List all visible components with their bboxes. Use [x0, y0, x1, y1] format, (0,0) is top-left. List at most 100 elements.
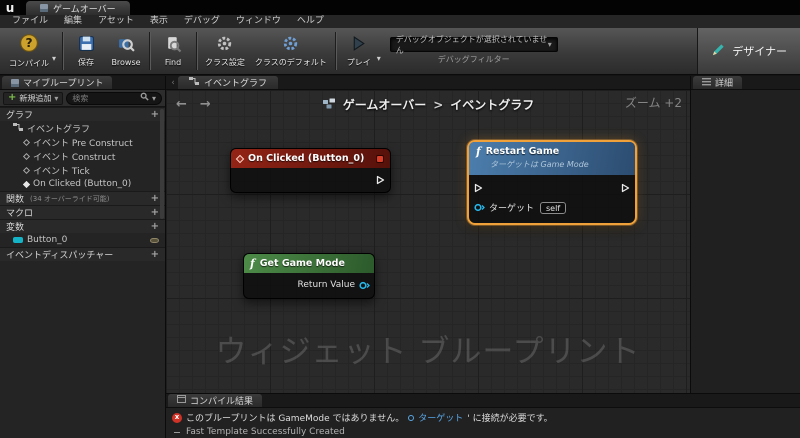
- sidebar-item-event-onclicked[interactable]: On Clicked (Button_0): [0, 177, 165, 191]
- my-blueprint-icon: [11, 78, 19, 87]
- node-get-game-mode[interactable]: f Get Game Mode Return Value: [243, 253, 375, 299]
- node-subtitle: ターゲットは Game Mode: [490, 160, 589, 169]
- menu-item-debug[interactable]: デバッグ: [176, 15, 228, 28]
- unreal-editor-window: u ゲームオーバー ファイル 編集 アセット 表示 デバッグ ウィンドウ ヘルプ…: [0, 0, 800, 438]
- search-input[interactable]: [72, 93, 137, 103]
- sidebar-section-macros[interactable]: マクロ +: [0, 205, 165, 219]
- variable-type-pill-icon: [13, 237, 23, 243]
- event-label: イベント Construct: [33, 152, 116, 163]
- unreal-logo: u: [0, 0, 20, 15]
- variable-visibility-eye-icon[interactable]: [150, 237, 159, 243]
- class-settings-button[interactable]: クラス設定: [200, 29, 250, 73]
- svg-text:?: ?: [25, 36, 32, 50]
- sidebar-section-functions[interactable]: 関数 (34 オーバーライド可能) +: [0, 191, 165, 205]
- sidebar-item-event-construct[interactable]: イベント Construct: [0, 149, 165, 163]
- sidebar-item-variable-button0[interactable]: Button_0: [0, 233, 165, 247]
- compile-results-tab[interactable]: コンパイル結果: [168, 394, 263, 407]
- menu-item-edit[interactable]: 編集: [56, 15, 90, 28]
- exec-input-pin[interactable]: [474, 183, 483, 193]
- return-pin-row: Return Value: [244, 273, 374, 298]
- browse-button[interactable]: Browse: [106, 29, 146, 73]
- menu-item-file[interactable]: ファイル: [4, 15, 56, 28]
- menu-item-window[interactable]: ウィンドウ: [228, 15, 289, 28]
- blueprint-search-box: ▾: [66, 91, 162, 105]
- sidebar-scrollbar[interactable]: [160, 109, 164, 219]
- find-icon: [165, 36, 182, 56]
- debug-object-dropdown[interactable]: デバッグオブジェクトが選択されていません ▾: [389, 35, 558, 55]
- debug-object-value: デバッグオブジェクトが選択されていません: [395, 34, 548, 55]
- designer-mode-button[interactable]: デザイナー: [697, 28, 800, 74]
- dispatchers-section-label: イベントディスパッチャー: [6, 251, 114, 261]
- target-input-pin[interactable]: [474, 203, 485, 212]
- node-on-clicked[interactable]: On Clicked (Button_0): [230, 148, 391, 193]
- node-on-clicked-header[interactable]: On Clicked (Button_0): [231, 149, 390, 168]
- my-blueprint-tab[interactable]: マイブループリント: [2, 76, 113, 89]
- compile-error-message: x このブループリントは GameMode ではありません。 ターゲット ' に…: [172, 411, 794, 424]
- graph-editor-panel: ‹ イベントグラフ ← → ゲームオーバー > イベントグラフ ズーム +2 ウ…: [166, 76, 690, 393]
- designer-label: デザイナー: [732, 45, 787, 58]
- play-icon: [350, 35, 367, 55]
- widget-blueprint-icon: [40, 4, 48, 12]
- save-button[interactable]: 保存: [66, 29, 106, 73]
- node-get-game-mode-header[interactable]: f Get Game Mode: [244, 254, 374, 273]
- sidebar-section-variables[interactable]: 変数 +: [0, 219, 165, 233]
- add-graph-button[interactable]: +: [151, 109, 159, 120]
- event-diamond-icon: [22, 166, 31, 174]
- event-graph-tab[interactable]: イベントグラフ: [178, 76, 279, 89]
- menu-item-asset[interactable]: アセット: [90, 15, 142, 28]
- details-icon: [702, 77, 711, 89]
- sidebar-section-graphs[interactable]: グラフ +: [0, 107, 165, 121]
- menu-item-help[interactable]: ヘルプ: [289, 15, 332, 28]
- node-restart-game-header[interactable]: f Restart Game ターゲットは Game Mode: [469, 142, 635, 175]
- play-options-caret-icon[interactable]: ▾: [377, 54, 381, 63]
- class-defaults-button[interactable]: クラスのデフォルト: [250, 29, 332, 73]
- node-restart-game[interactable]: f Restart Game ターゲットは Game Mode ターゲット se…: [467, 140, 637, 225]
- info-text: Fast Template Successfully Created: [186, 427, 345, 437]
- return-output-pin[interactable]: [359, 281, 370, 290]
- node-title: Restart Game: [485, 146, 560, 157]
- exec-output-pin[interactable]: [621, 183, 630, 193]
- node-title: Get Game Mode: [259, 258, 345, 269]
- delegate-pin[interactable]: [376, 154, 384, 163]
- node-body: [231, 168, 390, 192]
- return-pin-label: Return Value: [297, 280, 355, 290]
- event-graph-canvas[interactable]: ← → ゲームオーバー > イベントグラフ ズーム +2 ウィジェット ブループ…: [166, 90, 690, 393]
- title-bar: u ゲームオーバー: [0, 0, 800, 15]
- search-options-caret-icon[interactable]: ▾: [152, 94, 156, 103]
- target-pin-link[interactable]: ターゲット: [418, 411, 463, 424]
- search-icon[interactable]: [140, 92, 149, 104]
- event-label: On Clicked (Button_0): [33, 179, 132, 189]
- browse-icon: [118, 36, 135, 56]
- sidebar-item-event-preconstruct[interactable]: イベント Pre Construct: [0, 135, 165, 149]
- breadcrumb-root[interactable]: ゲームオーバー: [343, 96, 427, 113]
- add-new-button[interactable]: + 新規追加 ▾: [3, 91, 64, 105]
- document-tab-gameover[interactable]: ゲームオーバー: [26, 1, 130, 15]
- sidebar-item-eventgraph[interactable]: イベントグラフ: [0, 121, 165, 135]
- details-tab[interactable]: 詳細: [693, 76, 743, 89]
- breadcrumb-current[interactable]: イベントグラフ: [450, 96, 534, 113]
- target-self-value[interactable]: self: [540, 201, 567, 214]
- compile-results-panel: コンパイル結果 x このブループリントは GameMode ではありません。 タ…: [166, 393, 800, 438]
- debug-filter-group: デバッグオブジェクトが選択されていません ▾ デバッグフィルター: [389, 35, 558, 65]
- error-icon: x: [172, 412, 182, 423]
- macros-section-label: マクロ: [6, 209, 34, 219]
- compile-button[interactable]: ? コンパイル: [4, 29, 54, 73]
- sidebar-section-event-dispatchers[interactable]: イベントディスパッチャー +: [0, 247, 165, 261]
- sidebar-item-event-tick[interactable]: イベント Tick: [0, 163, 165, 177]
- find-button[interactable]: Find: [153, 29, 193, 73]
- my-blueprint-tabbar: マイブループリント: [0, 76, 165, 90]
- node-title: On Clicked (Button_0): [248, 153, 365, 164]
- compile-results-icon: [177, 395, 186, 406]
- toolbar-separator: [334, 32, 336, 70]
- exec-output-pin[interactable]: [376, 175, 385, 185]
- play-button[interactable]: プレイ: [339, 29, 379, 73]
- add-dispatcher-button[interactable]: +: [151, 249, 159, 260]
- toolbar-separator: [149, 32, 151, 70]
- compile-results-tabbar: コンパイル結果: [166, 394, 800, 408]
- menu-item-view[interactable]: 表示: [142, 15, 176, 28]
- compile-options-caret-icon[interactable]: ▾: [52, 54, 56, 63]
- tab-scroll-left-icon[interactable]: ‹: [168, 76, 178, 89]
- add-function-button[interactable]: +: [151, 193, 159, 204]
- add-variable-button[interactable]: +: [151, 221, 159, 232]
- add-macro-button[interactable]: +: [151, 207, 159, 218]
